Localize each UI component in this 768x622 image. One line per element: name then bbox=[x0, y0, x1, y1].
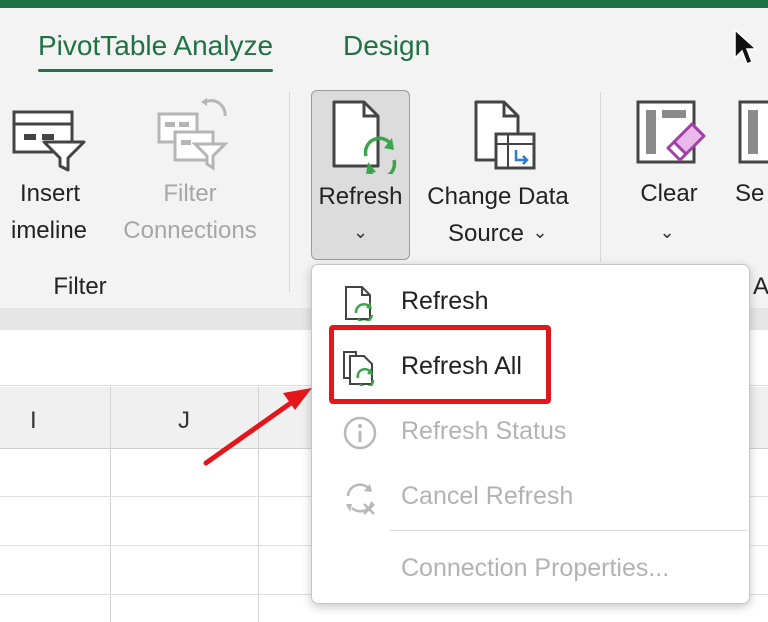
annotation-arrow-icon bbox=[203, 388, 312, 466]
